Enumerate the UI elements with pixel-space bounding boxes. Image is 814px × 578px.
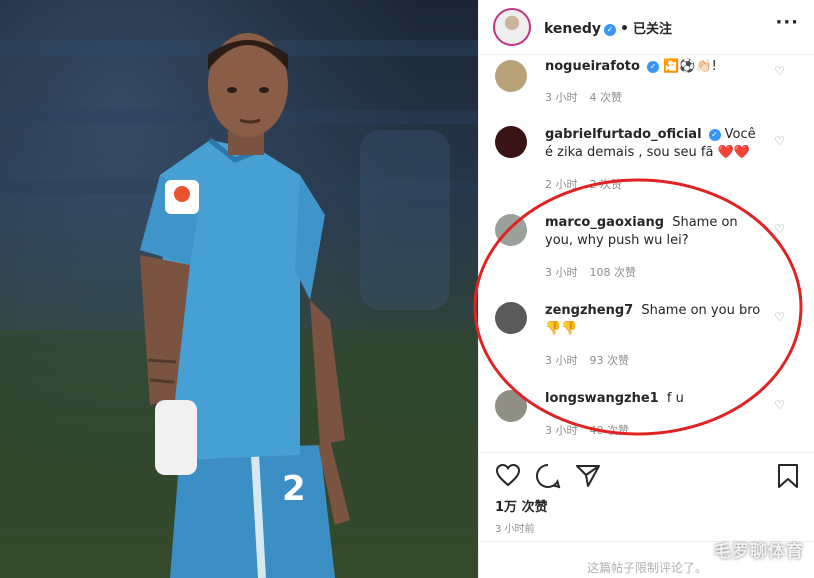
- comment-text: 🎦⚽👏🏻!: [663, 59, 717, 74]
- comment-meta: 3 小时 4 次赞: [545, 89, 634, 105]
- comment-text-block: gabrielfurtado_oficial ✓ Você é zika dema…: [545, 126, 767, 162]
- post-header: kenedy ✓ • 已关注 ···: [479, 0, 814, 55]
- verified-badge-icon: ✓: [646, 61, 659, 73]
- post-timestamp[interactable]: 3 小时前: [495, 520, 535, 535]
- author-line: kenedy ✓ • 已关注: [544, 18, 672, 37]
- like-comment-heart-icon[interactable]: ♡: [774, 134, 785, 148]
- post-like-count[interactable]: 1万 次赞: [495, 496, 548, 515]
- like-heart-icon[interactable]: [495, 463, 521, 487]
- post-action-bar: [479, 452, 814, 498]
- post-photo: 2: [0, 0, 478, 578]
- share-paper-plane-icon[interactable]: [575, 463, 601, 489]
- comment-bubble-icon[interactable]: [535, 463, 561, 489]
- more-options-icon[interactable]: ···: [775, 12, 799, 33]
- verified-badge-icon: ✓: [708, 129, 721, 141]
- follow-status-button[interactable]: 已关注: [633, 22, 672, 37]
- svg-text:2: 2: [282, 469, 306, 509]
- commenter-avatar[interactable]: [495, 60, 527, 92]
- author-username[interactable]: kenedy: [544, 21, 601, 37]
- commenter-username[interactable]: nogueirafoto: [545, 59, 640, 74]
- commenter-avatar[interactable]: [495, 126, 527, 158]
- watermark-text: 毛罗聊体育: [714, 542, 804, 562]
- comment-text-block: nogueirafoto ✓ 🎦⚽👏🏻!: [545, 58, 767, 76]
- author-avatar[interactable]: [493, 8, 531, 46]
- commenter-username[interactable]: gabrielfurtado_oficial: [545, 127, 702, 142]
- save-bookmark-icon[interactable]: [777, 463, 799, 489]
- comment-likes[interactable]: 4 次赞: [590, 91, 623, 104]
- comment-time: 3 小时: [545, 91, 578, 104]
- football-player-illustration: 2: [0, 33, 478, 578]
- like-comment-heart-icon[interactable]: ♡: [774, 64, 785, 78]
- verified-badge-icon: ✓: [604, 24, 617, 36]
- separator-dot: •: [620, 21, 629, 37]
- red-annotation-circle: [473, 178, 803, 436]
